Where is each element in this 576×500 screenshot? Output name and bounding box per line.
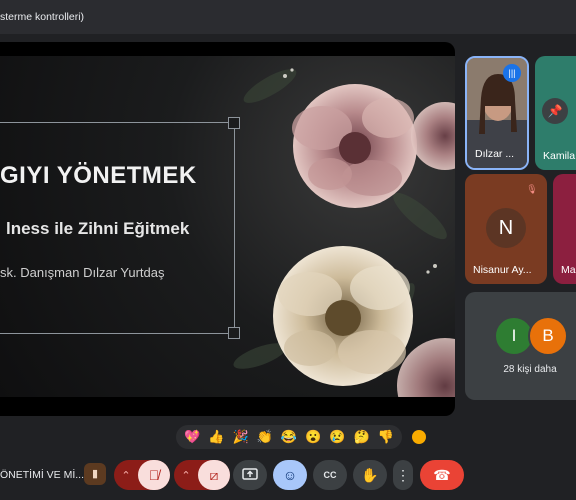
emoji-icon: ☺	[282, 467, 298, 483]
participant-name: Nisanur Ay...	[473, 264, 532, 276]
slide-subtitle: lness ile Zihni Eğitmek	[6, 219, 190, 238]
reaction-sad[interactable]: 😢	[329, 429, 345, 445]
participant-tile-nisanur[interactable]: 🎙 N Nisanur Ay...	[465, 174, 547, 284]
skin-tone-selector[interactable]	[412, 430, 426, 444]
reaction-thumbs-up[interactable]: 👍	[208, 429, 224, 445]
mic-options-chevron-icon[interactable]: ⌃	[114, 469, 138, 482]
mic-button-group: ⌃ 🎙̸	[114, 460, 170, 490]
others-tile[interactable]: I B 28 kişi daha	[465, 292, 576, 400]
end-call-icon: ☎	[433, 467, 451, 483]
camera-button-group: ⌃ ⧄	[174, 460, 230, 490]
reaction-surprised[interactable]: 😮	[305, 429, 321, 445]
more-vert-icon: ⋮	[396, 467, 410, 483]
hand-icon: ✋	[361, 467, 379, 483]
participant-name: Dılzar ...	[475, 148, 515, 160]
more-options-button[interactable]: ⋮	[393, 460, 413, 490]
reactions-bar: 💖 👍 🎉 👏 😂 😮 😢 🤔 👎	[176, 425, 402, 449]
presentation-slide: GIYI YÖNETMEK lness ile Zihni Eğitmek sk…	[0, 56, 455, 397]
participant-name: Kamila	[543, 150, 576, 162]
leave-call-button[interactable]: ☎	[420, 460, 464, 490]
reaction-clap[interactable]: 👏	[257, 429, 273, 445]
speaking-indicator-icon: |||	[503, 64, 521, 82]
more-participants-label: 28 kişi daha	[503, 364, 557, 375]
captions-icon: CC	[323, 470, 337, 480]
slide-title: GIYI YÖNETMEK	[0, 162, 197, 189]
reaction-thinking[interactable]: 🤔	[354, 429, 370, 445]
reaction-laugh[interactable]: 😂	[281, 429, 297, 445]
reaction-thumbs-down[interactable]: 👎	[378, 429, 394, 445]
presentation-stage: GIYI YÖNETMEK lness ile Zihni Eğitmek sk…	[0, 42, 455, 416]
reaction-heart[interactable]: 💖	[184, 429, 200, 445]
camera-options-chevron-icon[interactable]: ⌃	[174, 469, 198, 482]
present-icon	[242, 468, 258, 480]
camera-off-button[interactable]: ⧄	[198, 460, 230, 490]
slide-author: sk. Danışman Dılzar Yurtdaş	[0, 265, 165, 280]
reaction-party[interactable]: 🎉	[232, 429, 248, 445]
present-screen-button[interactable]	[233, 460, 267, 490]
meeting-title: ÖNETİMİ VE Mİ...	[0, 469, 85, 481]
screen-share-controls-label[interactable]: sterme kontrolleri)	[0, 11, 84, 23]
meeting-info-icon[interactable]: ▮	[84, 463, 106, 485]
avatar: B	[528, 316, 568, 356]
participant-name: Ma	[561, 264, 576, 276]
avatar: N	[486, 208, 526, 248]
mic-off-button[interactable]: 🎙̸	[138, 460, 170, 490]
participant-tile-dilzar[interactable]: ||| Dılzar ...	[465, 56, 529, 170]
captions-button[interactable]: CC	[313, 460, 347, 490]
participant-tile-kamila[interactable]: 📌 Kamila	[535, 56, 576, 170]
top-bar: sterme kontrolleri)	[0, 0, 576, 34]
pin-icon[interactable]: 📌	[542, 98, 568, 124]
participant-tile-ma[interactable]: Ma	[553, 174, 576, 284]
mic-off-icon: 🎙	[526, 184, 538, 194]
raise-hand-button[interactable]: ✋	[353, 460, 387, 490]
emoji-button[interactable]: ☺	[273, 460, 307, 490]
